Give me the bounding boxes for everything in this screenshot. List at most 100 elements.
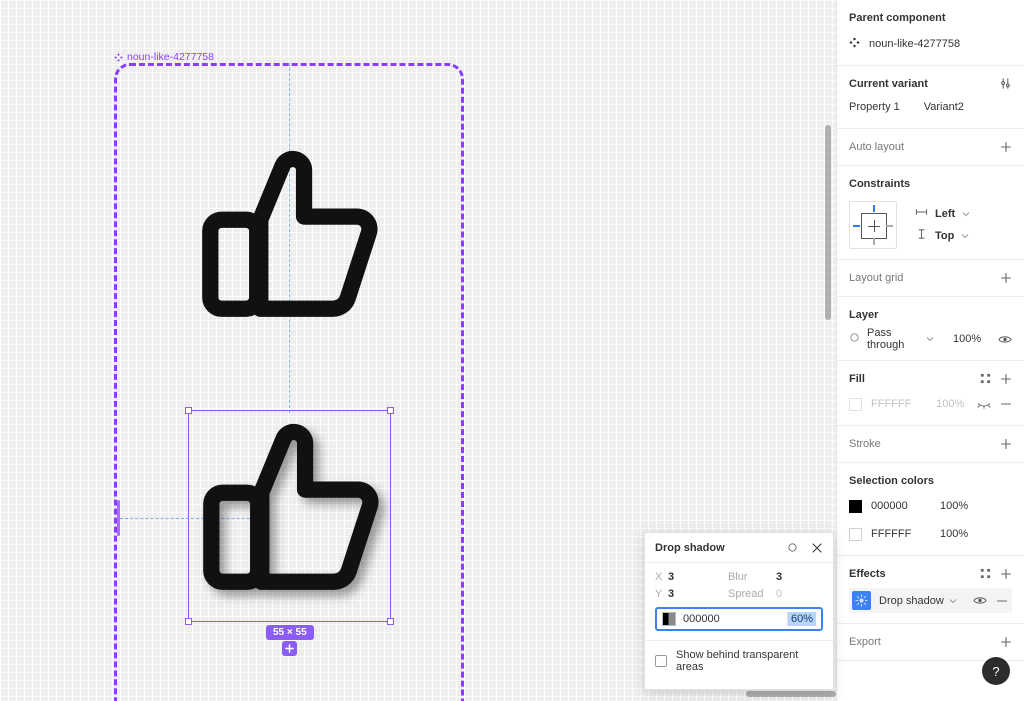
frame-label[interactable]: noun-like-4277758 <box>114 51 214 63</box>
thumbs-up-icon[interactable] <box>190 140 390 340</box>
shadow-spread-label: Spread <box>728 588 764 600</box>
shadow-color-hex[interactable]: 000000 <box>683 613 780 625</box>
selection-color-opacity[interactable]: 100% <box>940 500 974 512</box>
fill-opacity-value[interactable]: 100% <box>936 398 968 410</box>
selection-color-hex[interactable]: FFFFFF <box>871 528 931 540</box>
selection-color-row[interactable]: FFFFFF 100% <box>849 523 1012 545</box>
blend-mode-icon[interactable] <box>787 542 798 553</box>
constraint-tick-top[interactable] <box>873 205 875 212</box>
shadow-color-swatch[interactable] <box>662 612 676 626</box>
resize-handle-bottom-right[interactable] <box>387 618 394 625</box>
plus-icon[interactable] <box>1000 636 1012 648</box>
sliders-icon[interactable] <box>999 77 1012 90</box>
chevron-down-icon <box>961 230 969 242</box>
section-fill: Fill FFFFFF 100% <box>837 361 1024 426</box>
vertical-constraint-dropdown[interactable]: Top <box>915 228 970 243</box>
constraint-tick-bottom[interactable] <box>873 238 875 245</box>
section-layer: Layer Pass through 100% <box>837 297 1024 361</box>
section-auto-layout: Auto layout <box>837 129 1024 166</box>
resize-handle-top-left[interactable] <box>185 407 192 414</box>
help-button[interactable]: ? <box>982 657 1010 685</box>
selection-color-opacity[interactable]: 100% <box>940 528 974 540</box>
plus-icon[interactable] <box>1000 373 1012 385</box>
canvas-horizontal-scrollbar[interactable] <box>746 691 836 697</box>
constraints-widget[interactable] <box>849 201 897 249</box>
effect-sun-icon[interactable] <box>852 591 871 610</box>
canvas-vertical-scrollbar[interactable] <box>825 125 831 320</box>
selection-bounding-box[interactable] <box>185 407 394 625</box>
vertical-beam-icon <box>915 228 928 243</box>
eye-icon[interactable] <box>973 595 987 606</box>
figma-editor-window: noun-like-4277758 55 × 55 Parent compone… <box>0 0 1024 701</box>
section-stroke: Stroke <box>837 426 1024 463</box>
selection-size-badge: 55 × 55 <box>266 625 314 640</box>
shadow-y-label: Y <box>655 588 663 600</box>
section-selection-colors: Selection colors 000000 100% FFFFFF 100% <box>837 463 1024 556</box>
shadow-blur-label: Blur <box>728 571 748 583</box>
plus-icon <box>285 644 294 653</box>
layer-opacity[interactable]: 100% <box>953 333 991 345</box>
selection-color-swatch[interactable] <box>849 527 862 541</box>
fill-color-swatch[interactable] <box>849 397 862 411</box>
selection-color-swatch[interactable] <box>849 499 862 513</box>
horizontal-constraint-dropdown[interactable]: Left <box>915 207 970 220</box>
style-grid-icon[interactable] <box>980 373 991 384</box>
stroke-title: Stroke <box>849 437 881 450</box>
frame-label-text: noun-like-4277758 <box>127 51 214 63</box>
horizontal-span-icon <box>915 207 928 220</box>
component-diamond-icon <box>849 37 860 51</box>
selection-color-row[interactable]: 000000 100% <box>849 495 1012 517</box>
eye-icon[interactable] <box>998 334 1012 345</box>
layer-blend-row[interactable]: Pass through 100% <box>849 327 1012 351</box>
parent-component-row[interactable]: noun-like-4277758 <box>849 33 1012 55</box>
effect-name: Drop shadow <box>879 594 944 607</box>
minus-icon[interactable] <box>1000 398 1012 410</box>
shadow-color-opacity[interactable]: 60% <box>786 612 816 626</box>
layout-grid-title: Layout grid <box>849 271 904 284</box>
fill-hex-value[interactable]: FFFFFF <box>871 398 927 410</box>
constraint-tick-right[interactable] <box>886 225 893 227</box>
variant-property-row[interactable]: Property 1 Variant2 <box>849 96 1012 118</box>
vertical-constraint-value: Top <box>935 229 955 242</box>
resize-handle-bottom-left[interactable] <box>185 618 192 625</box>
chevron-down-icon <box>949 595 957 607</box>
plus-icon[interactable] <box>1000 438 1012 450</box>
style-grid-icon[interactable] <box>980 568 991 579</box>
horizontal-constraint-value: Left <box>935 207 956 220</box>
constraint-tick-left[interactable] <box>853 225 860 227</box>
show-behind-transparent-row[interactable]: Show behind transparent areas <box>645 640 833 681</box>
resize-handle-top-right[interactable] <box>387 407 394 414</box>
fill-title: Fill <box>849 372 865 385</box>
export-title: Export <box>849 635 881 648</box>
section-parent-component: Parent component noun-like-4277758 <box>837 0 1024 66</box>
shadow-spread-input[interactable]: 0 <box>776 588 823 600</box>
minus-icon[interactable] <box>996 595 1008 607</box>
plus-icon[interactable] <box>1000 272 1012 284</box>
popup-body: X 3 Blur 3 Y 3 Spread 0 000000 60% <box>645 563 833 631</box>
eye-closed-icon[interactable] <box>977 399 991 410</box>
shadow-blur-input[interactable]: 3 <box>776 571 823 583</box>
shadow-color-field[interactable]: 000000 60% <box>655 607 823 631</box>
component-diamond-icon <box>114 52 123 62</box>
constraints-cross-vertical <box>873 220 875 232</box>
show-behind-transparent-checkbox[interactable] <box>655 655 667 667</box>
shadow-x-input[interactable]: 3 <box>668 571 728 583</box>
plus-icon[interactable] <box>1000 568 1012 580</box>
plus-icon[interactable] <box>1000 141 1012 153</box>
fill-row[interactable]: FFFFFF 100% <box>849 393 1012 415</box>
popup-header: Drop shadow <box>645 533 833 563</box>
effects-title: Effects <box>849 567 886 580</box>
selection-color-hex[interactable]: 000000 <box>871 500 931 512</box>
shadow-y-input[interactable]: 3 <box>668 588 728 600</box>
chevron-down-icon <box>926 333 934 345</box>
popup-title: Drop shadow <box>655 541 725 554</box>
section-effects: Effects Drop shadow <box>837 556 1024 624</box>
layer-blend-mode: Pass through <box>867 327 905 351</box>
drop-shadow-popup[interactable]: Drop shadow X 3 Blur 3 Y 3 Spread 0 0000… <box>644 532 834 690</box>
add-component-badge[interactable] <box>282 641 297 656</box>
effect-row-drop-shadow[interactable]: Drop shadow <box>849 588 1012 613</box>
close-icon[interactable] <box>811 542 823 554</box>
section-layout-grid: Layout grid <box>837 260 1024 297</box>
auto-layout-title: Auto layout <box>849 140 905 153</box>
layer-title: Layer <box>849 308 879 321</box>
